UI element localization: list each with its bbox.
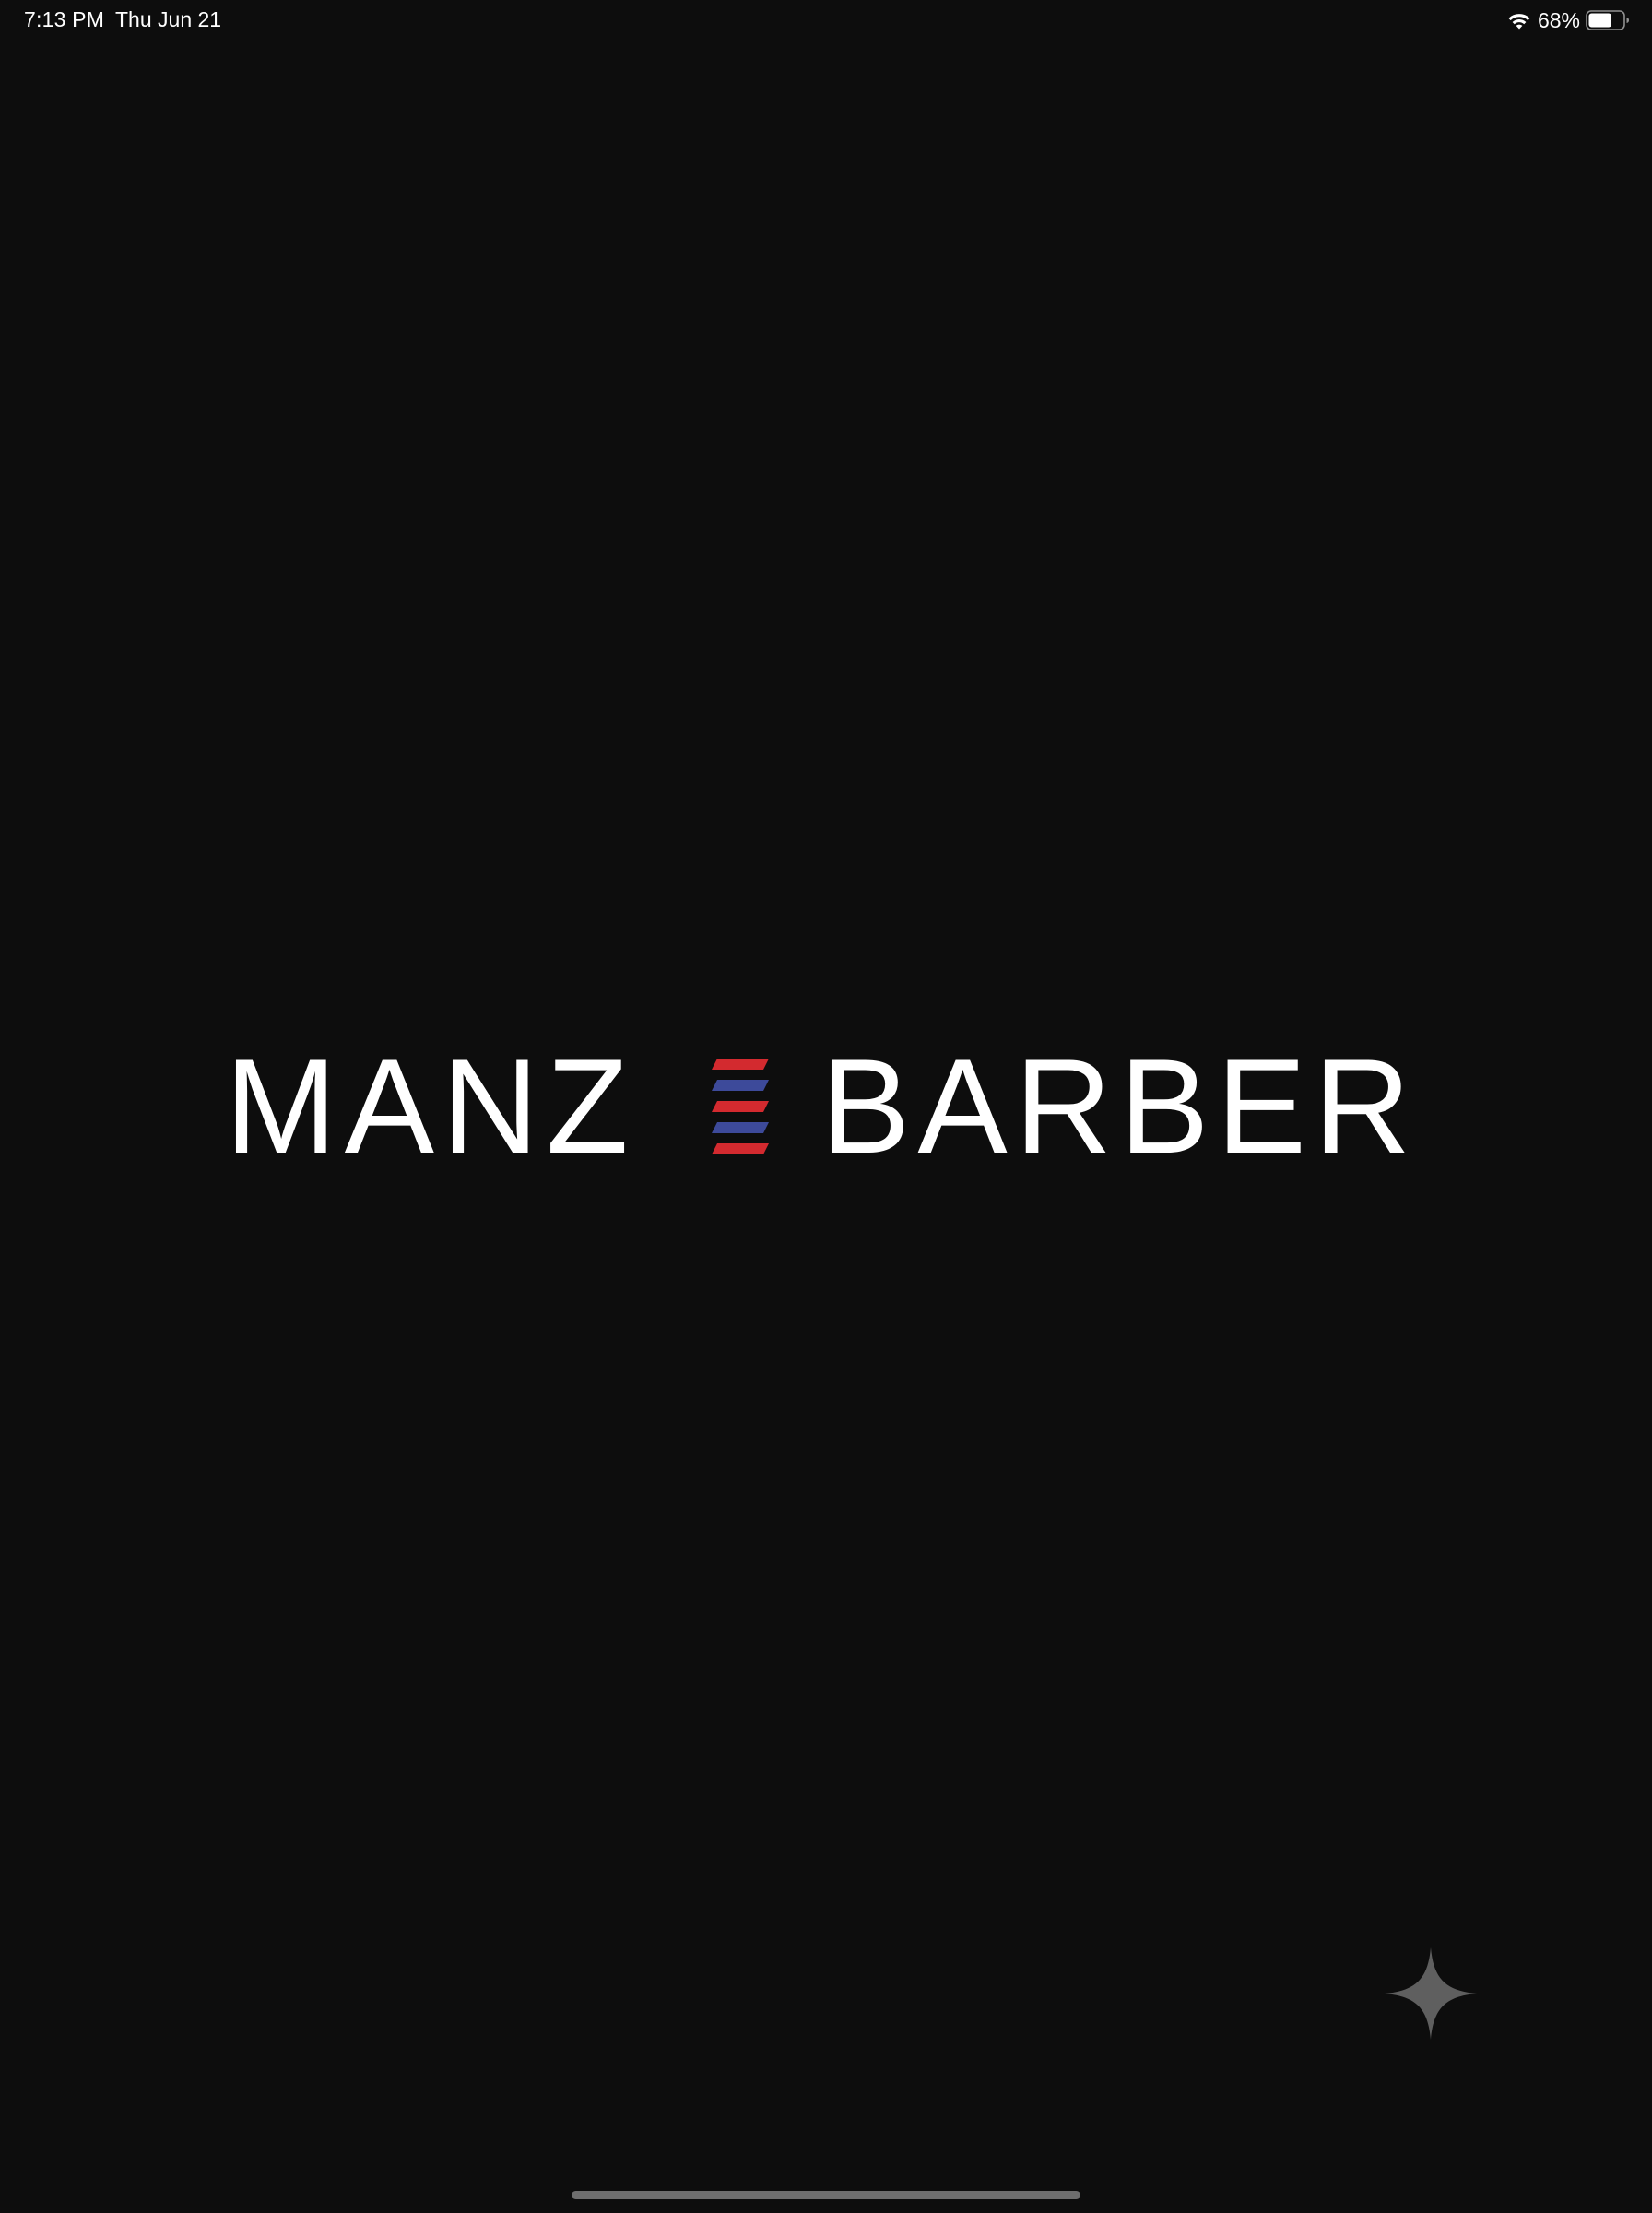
app-logo: MANZ BARBER bbox=[225, 1031, 1429, 1181]
barber-pole-icon bbox=[712, 1059, 769, 1154]
status-indicators: 68% bbox=[1506, 6, 1630, 35]
barber-pole-stripe bbox=[712, 1122, 769, 1133]
battery-percentage: 68% bbox=[1537, 7, 1580, 32]
logo-word-manz: MANZ bbox=[225, 1031, 636, 1181]
sparkle-icon[interactable] bbox=[1383, 1946, 1479, 2041]
barber-pole-stripe bbox=[712, 1143, 769, 1154]
home-indicator[interactable] bbox=[572, 2191, 1080, 2199]
barber-pole-stripe bbox=[712, 1080, 769, 1091]
wifi-icon bbox=[1508, 14, 1530, 30]
logo-word-barber: BARBER bbox=[820, 1031, 1419, 1181]
status-bar: 7:13 PM Thu Jun 21 68% bbox=[0, 0, 1652, 41]
barber-pole-stripe bbox=[712, 1059, 769, 1070]
status-date: Thu Jun 21 bbox=[115, 7, 222, 31]
status-time: 7:13 PM bbox=[24, 7, 105, 31]
splash-screen: 7:13 PM Thu Jun 21 68% MANZ BARBER bbox=[0, 0, 1652, 2213]
barber-pole-stripe bbox=[712, 1101, 769, 1112]
battery-icon bbox=[1586, 10, 1629, 30]
